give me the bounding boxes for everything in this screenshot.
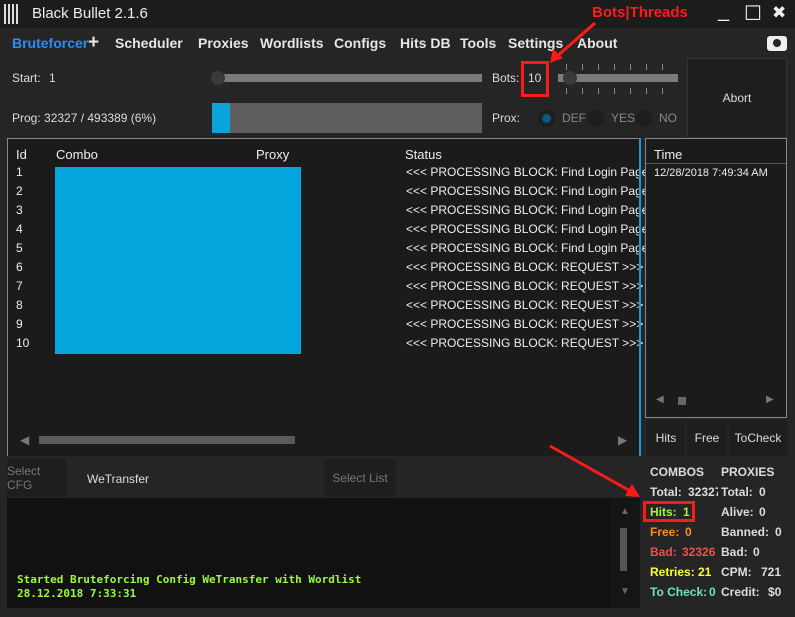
annotation-arrows xyxy=(549,21,640,497)
arrow-to-hits xyxy=(549,444,633,494)
arrow-to-bots xyxy=(554,21,596,60)
